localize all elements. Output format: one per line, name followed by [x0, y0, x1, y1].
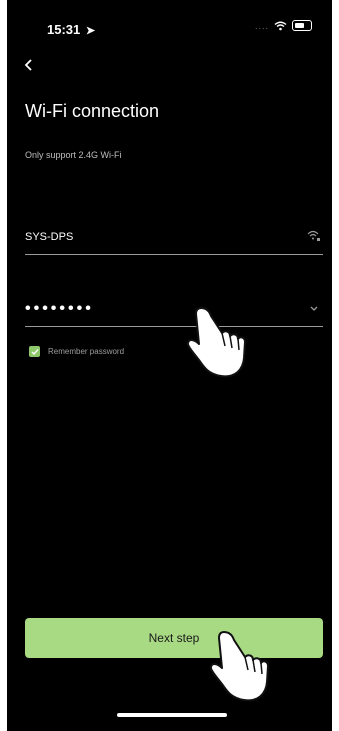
wifi-name-value: SYS-DPS: [25, 231, 74, 243]
phone-screen: 15:31 ➤ .... Wi-Fi connection Only suppo…: [7, 0, 332, 731]
remember-password-toggle[interactable]: Remember password: [29, 346, 124, 357]
checkmark-icon: [31, 348, 39, 355]
next-step-button[interactable]: Next step: [25, 618, 323, 658]
chevron-left-icon: [24, 59, 32, 71]
pointing-hand-icon: [210, 631, 269, 702]
wifi-name-field[interactable]: SYS-DPS: [25, 220, 323, 255]
page-subtitle: Only support 2.4G Wi-Fi: [25, 150, 122, 160]
password-value: ••••••••: [25, 300, 94, 317]
page-title: Wi-Fi connection: [25, 101, 160, 121]
signal-dots: ....: [254, 20, 269, 31]
status-icons: ....: [255, 20, 312, 31]
home-indicator[interactable]: [117, 713, 227, 717]
location-arrow-icon: ➤: [85, 25, 96, 37]
wifi-icon: [274, 21, 287, 30]
wifi-select-icon[interactable]: [307, 229, 321, 243]
chevron-down-icon[interactable]: [309, 303, 319, 313]
status-time: 15:31 ➤: [47, 22, 95, 37]
password-field[interactable]: ••••••••: [25, 292, 323, 327]
status-bar: 15:31 ➤ ....: [7, 0, 332, 58]
next-step-label: Next step: [148, 631, 200, 645]
back-button[interactable]: [24, 56, 34, 77]
pointing-hand-icon: [187, 307, 246, 378]
status-time-text: 15:31: [47, 22, 81, 37]
remember-password-checkbox[interactable]: [29, 346, 40, 357]
remember-password-label: Remember password: [48, 347, 125, 356]
battery-icon: [292, 20, 312, 31]
